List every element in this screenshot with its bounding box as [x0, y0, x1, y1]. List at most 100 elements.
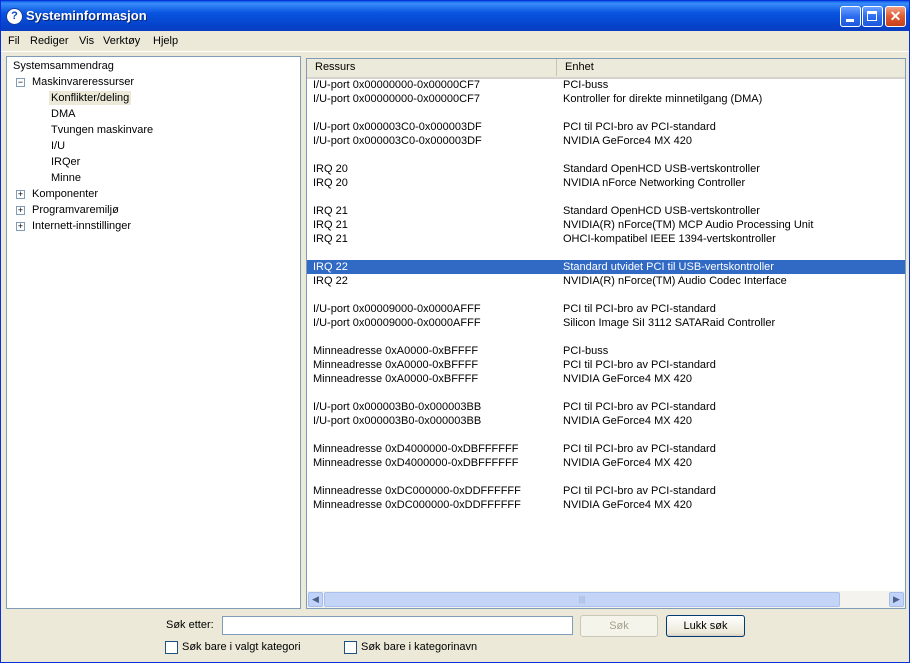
device-cell: PCI-buss [563, 345, 609, 357]
resource-cell: Minneadresse 0xA0000-0xBFFFF [313, 359, 479, 371]
tree-item-hardware-resources[interactable]: Maskinvareressurser [32, 75, 134, 89]
table-row[interactable] [307, 428, 905, 442]
device-cell: NVIDIA(R) nForce(TM) Audio Codec Interfa… [563, 275, 787, 287]
category-tree[interactable]: Systemsammendrag − Maskinvareressurser K… [6, 56, 301, 609]
menu-edit[interactable]: Rediger [30, 35, 69, 47]
table-row[interactable]: Minneadresse 0xA0000-0xBFFFF PCI til PCI-… [307, 358, 905, 372]
table-row[interactable]: I/U-port 0x000003C0-0x000003DF PCI til PC… [307, 120, 905, 134]
close-button[interactable]: ✕ [885, 6, 906, 27]
table-row[interactable]: I/U-port 0x000003B0-0x000003BB NVIDIA GeF… [307, 414, 905, 428]
minimize-button[interactable] [840, 6, 861, 27]
device-cell: NVIDIA GeForce4 MX 420 [563, 457, 692, 469]
scroll-left-icon[interactable]: ◀ [308, 592, 323, 607]
resource-cell: IRQ 20 [313, 163, 348, 175]
tree-item-system-summary[interactable]: Systemsammendrag [13, 59, 114, 73]
table-row[interactable]: IRQ 20 NVIDIA nForce Networking Controlle… [307, 176, 905, 190]
table-row[interactable] [307, 246, 905, 260]
title-bar[interactable]: ? Systeminformasjon ✕ [1, 1, 909, 31]
resource-cell: Minneadresse 0xA0000-0xBFFFF [313, 345, 479, 357]
expand-icon[interactable]: + [16, 222, 25, 231]
table-row[interactable] [307, 148, 905, 162]
table-row[interactable]: IRQ 21 NVIDIA(R) nForce(TM) MCP Audio Pro… [307, 218, 905, 232]
resource-cell: I/U-port 0x000003C0-0x000003DF [313, 121, 482, 133]
table-row[interactable]: Minneadresse 0xDC000000-0xDDFFFFFF PCI ti… [307, 484, 905, 498]
horizontal-scrollbar[interactable]: ◀ ||| ▶ [307, 591, 905, 608]
table-row[interactable] [307, 386, 905, 400]
scroll-thumb[interactable]: ||| [324, 592, 840, 607]
table-row[interactable] [307, 330, 905, 344]
table-row[interactable]: Minneadresse 0xD4000000-0xDBFFFFFF NVIDIA… [307, 456, 905, 470]
window-title: Systeminformasjon [26, 8, 147, 23]
device-cell: PCI-buss [563, 79, 609, 91]
table-row[interactable]: I/U-port 0x00009000-0x0000AFFF PCI til PC… [307, 302, 905, 316]
column-header-device[interactable]: Enhet [557, 59, 905, 76]
expand-icon[interactable]: + [16, 206, 25, 215]
tree-item-dma[interactable]: DMA [51, 107, 75, 121]
resource-cell: I/U-port 0x00009000-0x0000AFFF [313, 317, 481, 329]
menu-file[interactable]: Fil [8, 35, 20, 47]
tree-item-irqs[interactable]: IRQer [51, 155, 80, 169]
tree-item-internet-settings[interactable]: Internett-innstillinger [32, 219, 131, 233]
tree-item-components[interactable]: Komponenter [32, 187, 98, 201]
search-button[interactable]: Søk [580, 615, 658, 637]
resource-list[interactable]: Ressurs Enhet I/U-port 0x00000000-0x0000… [306, 58, 906, 609]
list-rows: I/U-port 0x00000000-0x00000CF7 PCI-buss I/… [307, 78, 905, 512]
table-row[interactable]: Minneadresse 0xD4000000-0xDBFFFFFF PCI ti… [307, 442, 905, 456]
maximize-icon [867, 11, 877, 21]
search-input[interactable] [222, 616, 573, 635]
device-cell: OHCI-kompatibel IEEE 1394-vertskontrolle… [563, 233, 776, 245]
tree-item-memory[interactable]: Minne [51, 171, 81, 185]
resource-cell: I/U-port 0x000003C0-0x000003DF [313, 135, 482, 147]
menu-tools[interactable]: Verktøy [103, 35, 140, 47]
resource-cell: I/U-port 0x00000000-0x00000CF7 [313, 79, 480, 91]
tree-item-software-environment[interactable]: Programvaremiljø [32, 203, 119, 217]
table-row[interactable]: IRQ 21 Standard OpenHCD USB-vertskontroll… [307, 204, 905, 218]
resource-cell: IRQ 22 [313, 275, 348, 287]
column-header-resource[interactable]: Ressurs [307, 59, 557, 76]
system-information-window: ? Systeminformasjon ✕ Fil Rediger Vis Ve… [0, 0, 910, 663]
table-row[interactable]: I/U-port 0x00009000-0x0000AFFF Silicon Im… [307, 316, 905, 330]
resource-cell: IRQ 20 [313, 177, 348, 189]
table-row[interactable]: Minneadresse 0xA0000-0xBFFFF PCI-buss [307, 344, 905, 358]
table-row[interactable]: I/U-port 0x00000000-0x00000CF7 Kontroller… [307, 92, 905, 106]
device-cell: PCI til PCI-bro av PCI-standard [563, 401, 716, 413]
table-row[interactable]: I/U-port 0x000003B0-0x000003BB PCI til PC… [307, 400, 905, 414]
expand-icon[interactable]: + [16, 190, 25, 199]
table-row[interactable]: Minneadresse 0xA0000-0xBFFFF NVIDIA GeFor… [307, 372, 905, 386]
resource-cell: Minneadresse 0xA0000-0xBFFFF [313, 373, 479, 385]
table-row[interactable]: Minneadresse 0xDC000000-0xDDFFFFFF NVIDIA… [307, 498, 905, 512]
menu-help[interactable]: Hjelp [153, 35, 178, 47]
table-row[interactable]: IRQ 22 NVIDIA(R) nForce(TM) Audio Codec I… [307, 274, 905, 288]
table-row[interactable]: I/U-port 0x000003C0-0x000003DF NVIDIA GeF… [307, 134, 905, 148]
close-search-button[interactable]: Lukk søk [666, 615, 745, 637]
menu-bar: Fil Rediger Vis Verktøy Hjelp [1, 31, 909, 52]
resource-cell: Minneadresse 0xD4000000-0xDBFFFFFF [313, 443, 519, 455]
minimize-icon [846, 19, 854, 22]
table-row[interactable]: IRQ 21 OHCI-kompatibel IEEE 1394-vertskon… [307, 232, 905, 246]
table-row[interactable]: I/U-port 0x00000000-0x00000CF7 PCI-buss [307, 78, 905, 92]
search-category-names-label: Søk bare i kategorinavn [361, 641, 478, 653]
list-header: Ressurs Enhet [307, 59, 905, 79]
search-selected-category-checkbox[interactable] [165, 641, 178, 654]
table-row[interactable] [307, 470, 905, 484]
table-row[interactable]: IRQ 20 Standard OpenHCD USB-vertskontroll… [307, 162, 905, 176]
tree-item-conflicts-sharing[interactable]: Konflikter/deling [49, 91, 132, 105]
collapse-icon[interactable]: − [16, 78, 25, 87]
resource-cell: IRQ 21 [313, 233, 348, 245]
menu-view[interactable]: Vis [79, 35, 94, 47]
resource-cell: I/U-port 0x000003B0-0x000003BB [313, 415, 482, 427]
search-label: Søk etter: [166, 619, 214, 631]
maximize-button[interactable] [862, 6, 883, 27]
device-cell: Silicon Image SiI 3112 SATARaid Controll… [563, 317, 776, 329]
table-row[interactable] [307, 190, 905, 204]
scroll-right-icon[interactable]: ▶ [889, 592, 904, 607]
close-icon: ✕ [889, 8, 902, 24]
table-row[interactable] [307, 288, 905, 302]
tree-item-forced-hardware[interactable]: Tvungen maskinvare [51, 123, 153, 137]
table-row[interactable] [307, 106, 905, 120]
table-row[interactable]: IRQ 22 Standard utvidet PCI til USB-verts… [307, 260, 905, 274]
device-cell: PCI til PCI-bro av PCI-standard [563, 121, 716, 133]
tree-item-io[interactable]: I/U [51, 139, 65, 153]
search-category-names-checkbox[interactable] [344, 641, 357, 654]
resource-cell: IRQ 21 [313, 205, 348, 217]
